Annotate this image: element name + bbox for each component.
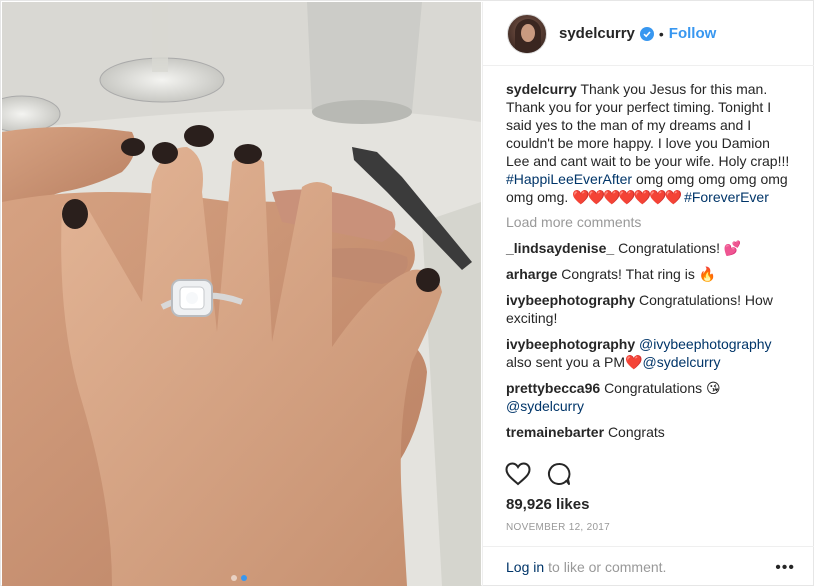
comment-emoji: 🔥 (698, 266, 717, 282)
instagram-post: sydelcurry • Follow sydelcurry Thank you… (0, 0, 814, 586)
comment-text: Congrats! That ring is (561, 266, 695, 282)
post-header: sydelcurry • Follow (483, 2, 814, 66)
post-actions (505, 462, 571, 486)
load-more-comments-button[interactable]: Load more comments (506, 213, 796, 231)
comment-text: Congratulations! (618, 240, 721, 256)
comment-text: Congratulations (604, 380, 703, 396)
comment-item: prettybecca96 Congratulations 😘 @sydelcu… (506, 379, 796, 415)
header-separator: • (658, 25, 664, 42)
carousel-indicator (231, 575, 247, 581)
comment-username[interactable]: ivybeephotography (506, 336, 635, 352)
caption-hashtag-2[interactable]: #ForeverEver (684, 189, 769, 205)
comment-mention[interactable]: @sydelcurry (643, 354, 721, 370)
caption-hearts: ❤️❤️❤️❤️❤️❤️❤️ (572, 189, 682, 205)
comment-emoji: ❤️ (625, 354, 643, 370)
caption-hashtag[interactable]: #HappiLeeEverAfter (506, 171, 632, 187)
post-date: NOVEMBER 12, 2017 (506, 522, 611, 533)
login-link[interactable]: Log in (506, 559, 544, 575)
carousel-dot[interactable] (231, 575, 237, 581)
more-options-icon[interactable]: ••• (775, 559, 795, 577)
comment-text: also sent you a PM (506, 354, 626, 370)
comment-item: tremainebarter Congrats (506, 423, 796, 441)
verified-badge-icon (639, 26, 654, 41)
speech-bubble-icon[interactable] (547, 462, 571, 486)
ring-hands-photo (2, 2, 481, 586)
comment-emoji: 💕 (723, 240, 742, 256)
comment-item: _lindsaydenise_ Congratulations! 💕 (506, 239, 796, 257)
comment-emoji: 😘 (706, 380, 721, 396)
post-side-panel: sydelcurry • Follow sydelcurry Thank you… (482, 2, 814, 586)
comment-username[interactable]: tremainebarter (506, 424, 604, 440)
comment-username[interactable]: ivybeephotography (506, 292, 635, 308)
footer-text: to like or comment. (548, 558, 667, 575)
follow-button[interactable]: Follow (669, 25, 717, 42)
carousel-dot-active[interactable] (241, 575, 247, 581)
comment-mention[interactable]: @sydelcurry (506, 398, 584, 414)
post-photo[interactable] (2, 2, 481, 586)
heart-outline-icon[interactable] (505, 462, 531, 486)
likes-count[interactable]: 89,926 likes (506, 496, 589, 513)
comment-text: Congrats (607, 424, 665, 440)
comment-mention[interactable]: @ivybeephotography (639, 336, 772, 352)
comment-item: ivybeephotography @ivybeephotography als… (506, 335, 796, 371)
header-username[interactable]: sydelcurry (559, 25, 635, 42)
comment-username[interactable]: arharge (506, 266, 557, 282)
comment-username[interactable]: prettybecca96 (506, 380, 600, 396)
avatar[interactable] (507, 13, 547, 54)
post-caption: sydelcurry Thank you Jesus for this man.… (506, 80, 796, 206)
comment-item: ivybeephotography Congratulations! How e… (506, 291, 796, 327)
comments-list: sydelcurry Thank you Jesus for this man.… (506, 80, 796, 449)
comment-item: arharge Congrats! That ring is 🔥 (506, 265, 796, 283)
caption-username[interactable]: sydelcurry (506, 81, 577, 97)
post-footer: Log in to like or comment. ••• (483, 546, 814, 586)
comment-username[interactable]: _lindsaydenise_ (506, 240, 614, 256)
